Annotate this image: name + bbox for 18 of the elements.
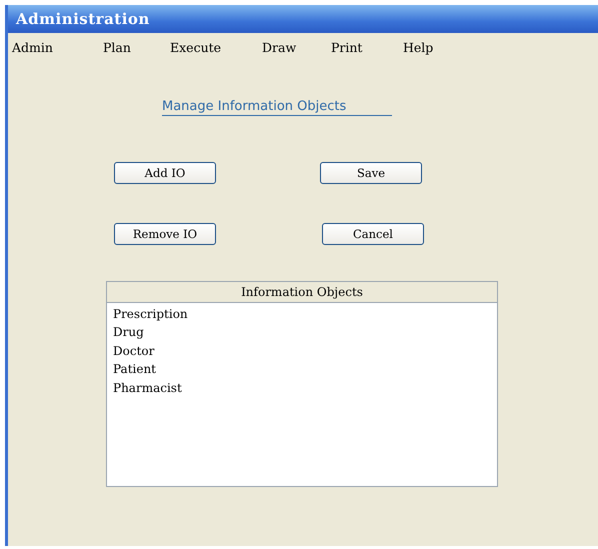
menu-item[interactable]: Execute (170, 40, 262, 55)
remove-button[interactable]: Remove IO (114, 223, 216, 245)
list-item[interactable]: Doctor (113, 342, 154, 360)
list-item[interactable]: Pharmacist (113, 378, 182, 398)
menu-item[interactable]: Draw (262, 40, 331, 55)
add-button[interactable]: Add IO (114, 162, 216, 184)
section-heading: Manage Information Objects (162, 99, 392, 116)
list-header: Information Objects (107, 282, 497, 303)
window-title: Administration (8, 5, 598, 33)
menu-item[interactable]: Plan (103, 40, 170, 55)
menu-item[interactable]: Help (403, 40, 463, 55)
save-button[interactable]: Save (320, 162, 422, 184)
list-item[interactable]: Drug (113, 323, 144, 342)
menu-item[interactable]: Print (331, 40, 403, 55)
menu-item[interactable]: Admin (12, 40, 103, 55)
cancel-button[interactable]: Cancel (322, 223, 424, 245)
list-item[interactable]: Patient (113, 360, 156, 379)
list-item[interactable]: Prescription (113, 305, 188, 324)
